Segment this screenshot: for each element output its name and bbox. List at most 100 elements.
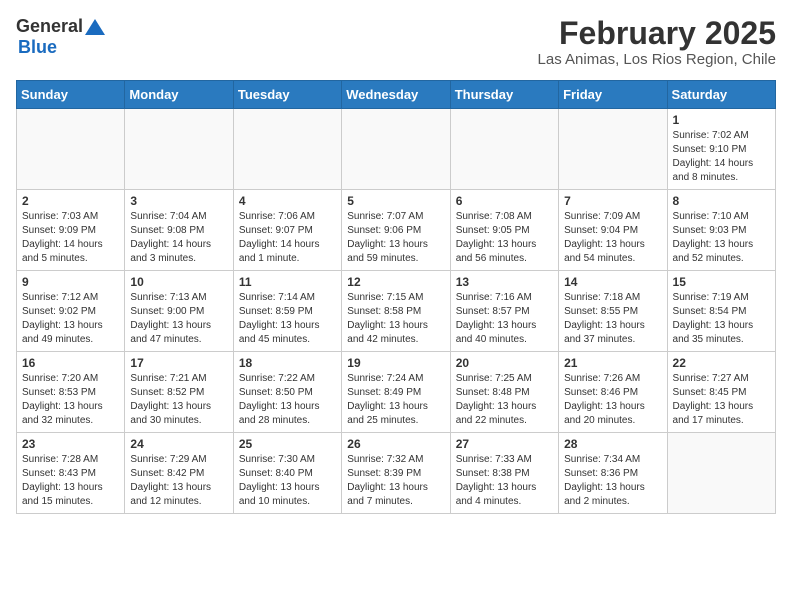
day-number: 9 bbox=[22, 275, 119, 289]
calendar-cell: 12 Sunrise: 7:15 AM Sunset: 8:58 PM Dayli… bbox=[342, 271, 450, 352]
day-number: 22 bbox=[673, 356, 770, 370]
day-number: 20 bbox=[456, 356, 553, 370]
day-info: Sunrise: 7:06 AM Sunset: 9:07 PM Dayligh… bbox=[239, 210, 336, 266]
calendar-header-row: SundayMondayTuesdayWednesdayThursdayFrid… bbox=[17, 81, 776, 109]
calendar-cell: 10 Sunrise: 7:13 AM Sunset: 9:00 PM Dayli… bbox=[125, 271, 233, 352]
day-info: Sunrise: 7:15 AM Sunset: 8:58 PM Dayligh… bbox=[347, 291, 444, 347]
day-info: Sunrise: 7:20 AM Sunset: 8:53 PM Dayligh… bbox=[22, 372, 119, 428]
calendar-cell: 17 Sunrise: 7:21 AM Sunset: 8:52 PM Dayli… bbox=[125, 352, 233, 433]
month-title: February 2025 bbox=[538, 16, 776, 51]
weekday-header: Monday bbox=[125, 81, 233, 109]
calendar-cell bbox=[125, 109, 233, 190]
calendar-cell: 28 Sunrise: 7:34 AM Sunset: 8:36 PM Dayli… bbox=[559, 433, 667, 514]
weekday-header: Wednesday bbox=[342, 81, 450, 109]
calendar-cell bbox=[559, 109, 667, 190]
logo-icon bbox=[85, 17, 105, 37]
day-number: 16 bbox=[22, 356, 119, 370]
calendar-cell: 8 Sunrise: 7:10 AM Sunset: 9:03 PM Daylig… bbox=[667, 190, 775, 271]
day-info: Sunrise: 7:29 AM Sunset: 8:42 PM Dayligh… bbox=[130, 453, 227, 509]
day-number: 2 bbox=[22, 194, 119, 208]
day-info: Sunrise: 7:26 AM Sunset: 8:46 PM Dayligh… bbox=[564, 372, 661, 428]
calendar-cell: 5 Sunrise: 7:07 AM Sunset: 9:06 PM Daylig… bbox=[342, 190, 450, 271]
calendar-cell bbox=[342, 109, 450, 190]
day-info: Sunrise: 7:25 AM Sunset: 8:48 PM Dayligh… bbox=[456, 372, 553, 428]
logo-general-text: General bbox=[16, 16, 83, 37]
day-info: Sunrise: 7:07 AM Sunset: 9:06 PM Dayligh… bbox=[347, 210, 444, 266]
calendar-row: 23 Sunrise: 7:28 AM Sunset: 8:43 PM Dayli… bbox=[17, 433, 776, 514]
day-number: 1 bbox=[673, 113, 770, 127]
day-number: 28 bbox=[564, 437, 661, 451]
day-info: Sunrise: 7:32 AM Sunset: 8:39 PM Dayligh… bbox=[347, 453, 444, 509]
day-number: 21 bbox=[564, 356, 661, 370]
day-number: 24 bbox=[130, 437, 227, 451]
day-info: Sunrise: 7:34 AM Sunset: 8:36 PM Dayligh… bbox=[564, 453, 661, 509]
weekday-header: Thursday bbox=[450, 81, 558, 109]
calendar-cell: 27Sunrise: 7:33 AM Sunset: 8:38 PM Dayli… bbox=[450, 433, 558, 514]
day-info: Sunrise: 7:04 AM Sunset: 9:08 PM Dayligh… bbox=[130, 210, 227, 266]
day-number: 4 bbox=[239, 194, 336, 208]
logo: General Blue bbox=[16, 16, 105, 58]
day-number: 14 bbox=[564, 275, 661, 289]
day-info: Sunrise: 7:08 AM Sunset: 9:05 PM Dayligh… bbox=[456, 210, 553, 266]
day-number: 26 bbox=[347, 437, 444, 451]
day-number: 23 bbox=[22, 437, 119, 451]
day-info: Sunrise: 7:28 AM Sunset: 8:43 PM Dayligh… bbox=[22, 453, 119, 509]
calendar-cell: 11 Sunrise: 7:14 AM Sunset: 8:59 PM Dayli… bbox=[233, 271, 341, 352]
day-number: 8 bbox=[673, 194, 770, 208]
weekday-header: Tuesday bbox=[233, 81, 341, 109]
calendar-cell: 15Sunrise: 7:19 AM Sunset: 8:54 PM Dayli… bbox=[667, 271, 775, 352]
calendar-cell bbox=[17, 109, 125, 190]
day-number: 25 bbox=[239, 437, 336, 451]
day-info: Sunrise: 7:22 AM Sunset: 8:50 PM Dayligh… bbox=[239, 372, 336, 428]
day-number: 13 bbox=[456, 275, 553, 289]
calendar-cell: 7 Sunrise: 7:09 AM Sunset: 9:04 PM Daylig… bbox=[559, 190, 667, 271]
day-info: Sunrise: 7:02 AM Sunset: 9:10 PM Dayligh… bbox=[673, 129, 770, 185]
calendar-cell: 13Sunrise: 7:16 AM Sunset: 8:57 PM Dayli… bbox=[450, 271, 558, 352]
calendar-cell: 19 Sunrise: 7:24 AM Sunset: 8:49 PM Dayli… bbox=[342, 352, 450, 433]
calendar-cell: 2 Sunrise: 7:03 AM Sunset: 9:09 PM Daylig… bbox=[17, 190, 125, 271]
calendar-cell: 14 Sunrise: 7:18 AM Sunset: 8:55 PM Dayli… bbox=[559, 271, 667, 352]
day-number: 10 bbox=[130, 275, 227, 289]
day-info: Sunrise: 7:09 AM Sunset: 9:04 PM Dayligh… bbox=[564, 210, 661, 266]
day-number: 3 bbox=[130, 194, 227, 208]
calendar-cell bbox=[233, 109, 341, 190]
calendar-cell: 23 Sunrise: 7:28 AM Sunset: 8:43 PM Dayli… bbox=[17, 433, 125, 514]
calendar-row: 2 Sunrise: 7:03 AM Sunset: 9:09 PM Daylig… bbox=[17, 190, 776, 271]
calendar-cell: 9Sunrise: 7:12 AM Sunset: 9:02 PM Daylig… bbox=[17, 271, 125, 352]
day-info: Sunrise: 7:13 AM Sunset: 9:00 PM Dayligh… bbox=[130, 291, 227, 347]
calendar-cell: 16 Sunrise: 7:20 AM Sunset: 8:53 PM Dayli… bbox=[17, 352, 125, 433]
day-info: Sunrise: 7:21 AM Sunset: 8:52 PM Dayligh… bbox=[130, 372, 227, 428]
title-block: February 2025 Las Animas, Los Rios Regio… bbox=[538, 16, 776, 68]
calendar-cell: 1 Sunrise: 7:02 AM Sunset: 9:10 PM Daylig… bbox=[667, 109, 775, 190]
calendar-cell: 20 Sunrise: 7:25 AM Sunset: 8:48 PM Dayli… bbox=[450, 352, 558, 433]
day-number: 19 bbox=[347, 356, 444, 370]
day-info: Sunrise: 7:30 AM Sunset: 8:40 PM Dayligh… bbox=[239, 453, 336, 509]
logo-blue-text: Blue bbox=[18, 37, 57, 58]
day-number: 5 bbox=[347, 194, 444, 208]
location-title: Las Animas, Los Rios Region, Chile bbox=[538, 51, 776, 68]
day-number: 17 bbox=[130, 356, 227, 370]
day-info: Sunrise: 7:27 AM Sunset: 8:45 PM Dayligh… bbox=[673, 372, 770, 428]
weekday-header: Saturday bbox=[667, 81, 775, 109]
day-number: 11 bbox=[239, 275, 336, 289]
day-info: Sunrise: 7:19 AM Sunset: 8:54 PM Dayligh… bbox=[673, 291, 770, 347]
day-info: Sunrise: 7:18 AM Sunset: 8:55 PM Dayligh… bbox=[564, 291, 661, 347]
day-number: 12 bbox=[347, 275, 444, 289]
calendar-row: 16 Sunrise: 7:20 AM Sunset: 8:53 PM Dayli… bbox=[17, 352, 776, 433]
calendar-cell: 3 Sunrise: 7:04 AM Sunset: 9:08 PM Daylig… bbox=[125, 190, 233, 271]
calendar-cell: 25 Sunrise: 7:30 AM Sunset: 8:40 PM Dayli… bbox=[233, 433, 341, 514]
day-number: 18 bbox=[239, 356, 336, 370]
day-info: Sunrise: 7:10 AM Sunset: 9:03 PM Dayligh… bbox=[673, 210, 770, 266]
day-info: Sunrise: 7:14 AM Sunset: 8:59 PM Dayligh… bbox=[239, 291, 336, 347]
day-info: Sunrise: 7:03 AM Sunset: 9:09 PM Dayligh… bbox=[22, 210, 119, 266]
calendar-cell bbox=[450, 109, 558, 190]
day-info: Sunrise: 7:24 AM Sunset: 8:49 PM Dayligh… bbox=[347, 372, 444, 428]
calendar-row: 1 Sunrise: 7:02 AM Sunset: 9:10 PM Daylig… bbox=[17, 109, 776, 190]
calendar-cell: 21 Sunrise: 7:26 AM Sunset: 8:46 PM Dayli… bbox=[559, 352, 667, 433]
calendar-cell: 26 Sunrise: 7:32 AM Sunset: 8:39 PM Dayli… bbox=[342, 433, 450, 514]
page-header: General Blue February 2025 Las Animas, L… bbox=[16, 16, 776, 68]
day-info: Sunrise: 7:33 AM Sunset: 8:38 PM Dayligh… bbox=[456, 453, 553, 509]
weekday-header: Sunday bbox=[17, 81, 125, 109]
calendar-row: 9Sunrise: 7:12 AM Sunset: 9:02 PM Daylig… bbox=[17, 271, 776, 352]
day-number: 7 bbox=[564, 194, 661, 208]
